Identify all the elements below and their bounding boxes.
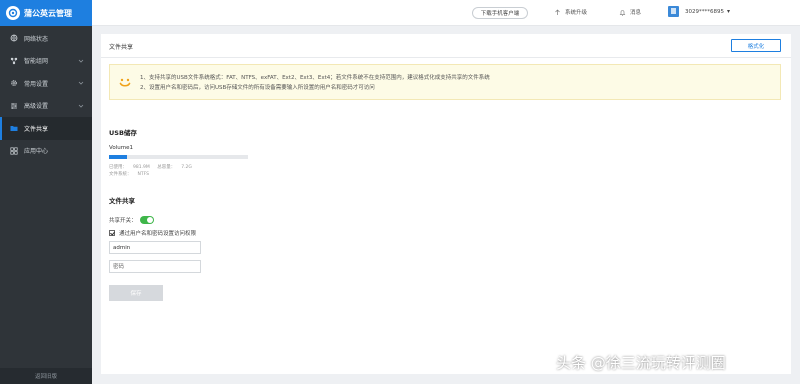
usb-section-title: USB储存 — [109, 129, 137, 137]
sidebar-item-label: 智能组网 — [24, 58, 49, 66]
sidebar: 蒲公英云管理 网络状态 智能组网 常用设置 高级设置 文件共享 应用中心 返回旧… — [0, 0, 92, 384]
share-toggle[interactable] — [139, 216, 154, 224]
share-switch-row: 共享开关： — [109, 216, 154, 224]
panel-header: 文件共享 格式化 — [101, 34, 791, 58]
sidebar-item-file-share[interactable]: 文件共享 — [0, 117, 92, 140]
watermark: 头条 @徐三流玩转评测圈 — [556, 354, 726, 372]
folder-icon — [10, 124, 18, 132]
back-to-old-version-link[interactable]: 返回旧版 — [0, 368, 92, 384]
sliders-icon — [10, 102, 18, 110]
download-app-button[interactable]: 下载手机客户端 — [472, 7, 528, 19]
used-label: 已使用： — [109, 165, 127, 170]
sidebar-item-label: 高级设置 — [24, 103, 49, 111]
account-id: 3029****6895 — [685, 8, 724, 15]
sidebar-item-label: 应用中心 — [24, 148, 49, 156]
top-bar: 下载手机客户端 系统升级 消息 3029****6895 ▾ — [92, 0, 800, 26]
auth-checkbox[interactable] — [109, 230, 115, 236]
auth-checkbox-row[interactable]: 通过用户名和密码设置访问权限 — [109, 229, 196, 237]
filesystem-label: 文件系统： — [109, 172, 132, 177]
avatar — [668, 6, 679, 17]
username-field[interactable] — [109, 241, 201, 254]
messages-link[interactable]: 消息 — [619, 8, 641, 16]
chevron-down-icon — [78, 59, 84, 63]
sidebar-item-advanced-settings[interactable]: 高级设置 — [0, 95, 92, 118]
sidebar-item-label: 文件共享 — [24, 125, 49, 133]
brand-title: 蒲公英云管理 — [24, 8, 72, 18]
sidebar-item-common-settings[interactable]: 常用设置 — [0, 72, 92, 95]
format-button[interactable]: 格式化 — [731, 39, 781, 52]
volume-meta: 已使用： 981.9M 总容量： 7.2G 文件系统： NTFS — [109, 164, 198, 178]
brand-header[interactable]: 蒲公英云管理 — [0, 0, 92, 26]
storage-usage-fill — [109, 155, 128, 159]
sidebar-nav: 网络状态 智能组网 常用设置 高级设置 文件共享 应用中心 — [0, 27, 92, 162]
capacity-value: 7.2G — [181, 165, 192, 170]
sidebar-item-app-center[interactable]: 应用中心 — [0, 140, 92, 163]
upgrade-icon — [555, 9, 560, 15]
caret-down-icon: ▾ — [727, 8, 731, 15]
system-upgrade-label: 系统升级 — [565, 10, 588, 16]
auth-checkbox-label: 通过用户名和密码设置访问权限 — [119, 231, 197, 237]
sidebar-item-label: 网络状态 — [24, 35, 49, 43]
dandelion-logo-icon — [6, 6, 20, 20]
share-section-title: 文件共享 — [109, 197, 135, 205]
sidebar-item-label: 常用设置 — [24, 80, 49, 88]
chevron-down-icon — [78, 81, 84, 85]
network-icon — [10, 34, 18, 42]
mesh-icon — [10, 57, 18, 65]
notice-text: 1、支持共享的USB文件系统格式：FAT、NTFS、exFAT、Ext2、Ext… — [140, 73, 490, 93]
chevron-down-icon — [78, 104, 84, 108]
system-upgrade-link[interactable]: 系统升级 — [554, 8, 587, 16]
capacity-label: 总容量： — [157, 165, 176, 170]
used-value: 981.9M — [133, 165, 150, 170]
save-button[interactable]: 保存 — [109, 285, 163, 301]
password-field[interactable] — [109, 260, 201, 273]
gear-icon — [10, 79, 18, 87]
volume-name: Volume1 — [109, 145, 133, 151]
filesystem-value: NTFS — [137, 172, 149, 177]
messages-label: 消息 — [630, 10, 642, 16]
sidebar-item-mesh[interactable]: 智能组网 — [0, 50, 92, 73]
notice-box: 1、支持共享的USB文件系统格式：FAT、NTFS、exFAT、Ext2、Ext… — [109, 64, 781, 100]
page-title: 文件共享 — [109, 44, 134, 51]
notice-line: 1、支持共享的USB文件系统格式：FAT、NTFS、exFAT、Ext2、Ext… — [140, 75, 490, 81]
bell-icon — [619, 9, 626, 16]
grid-icon — [10, 147, 18, 155]
file-share-panel: 文件共享 格式化 1、支持共享的USB文件系统格式：FAT、NTFS、exFAT… — [101, 34, 791, 374]
storage-usage-bar — [109, 155, 248, 159]
sidebar-item-network-status[interactable]: 网络状态 — [0, 27, 92, 50]
account-menu[interactable]: 3029****6895 ▾ — [668, 6, 730, 17]
smiley-icon — [119, 78, 131, 87]
notice-line: 2、设置用户名和密码后，访问USB存储文件的所有设备需要输入所设置的用户名和密码… — [140, 85, 375, 91]
share-switch-label: 共享开关： — [109, 218, 137, 224]
